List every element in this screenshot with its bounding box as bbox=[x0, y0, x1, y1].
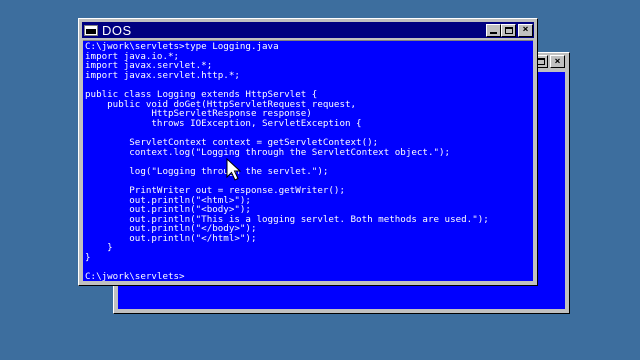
minimize-button[interactable] bbox=[486, 23, 501, 37]
console-area[interactable]: C:\jwork\servlets>type Logging.java impo… bbox=[83, 40, 533, 281]
window-title: DOS bbox=[102, 22, 132, 38]
close-icon: × bbox=[522, 24, 529, 35]
maximize-icon bbox=[504, 26, 513, 34]
dos-window[interactable]: DOS × C:\jwork\servlets>type Logging.jav… bbox=[78, 18, 538, 286]
console-line: log("Logging through the servlet."); bbox=[85, 165, 329, 177]
console-output: C:\jwork\servlets>type Logging.java impo… bbox=[83, 41, 533, 281]
maximize-button[interactable] bbox=[501, 23, 516, 37]
dos-window-icon[interactable] bbox=[84, 24, 98, 36]
console-line: C:\jwork\servlets> bbox=[85, 271, 185, 281]
console-line: import javax.servlet.http.*; bbox=[85, 69, 240, 81]
console-line: throws IOException, ServletException { bbox=[85, 117, 362, 129]
window-control-buttons: × bbox=[486, 23, 533, 37]
close-button[interactable]: × bbox=[518, 23, 533, 37]
arrow-cursor-icon bbox=[226, 158, 242, 181]
console-line: context.log("Logging through the Servlet… bbox=[85, 146, 451, 158]
dos-window-titlebar[interactable]: DOS × bbox=[82, 22, 534, 38]
background-close-button[interactable]: × bbox=[550, 55, 565, 68]
console-line: } bbox=[85, 252, 91, 264]
minimize-icon bbox=[490, 31, 497, 34]
close-icon: × bbox=[554, 55, 561, 67]
